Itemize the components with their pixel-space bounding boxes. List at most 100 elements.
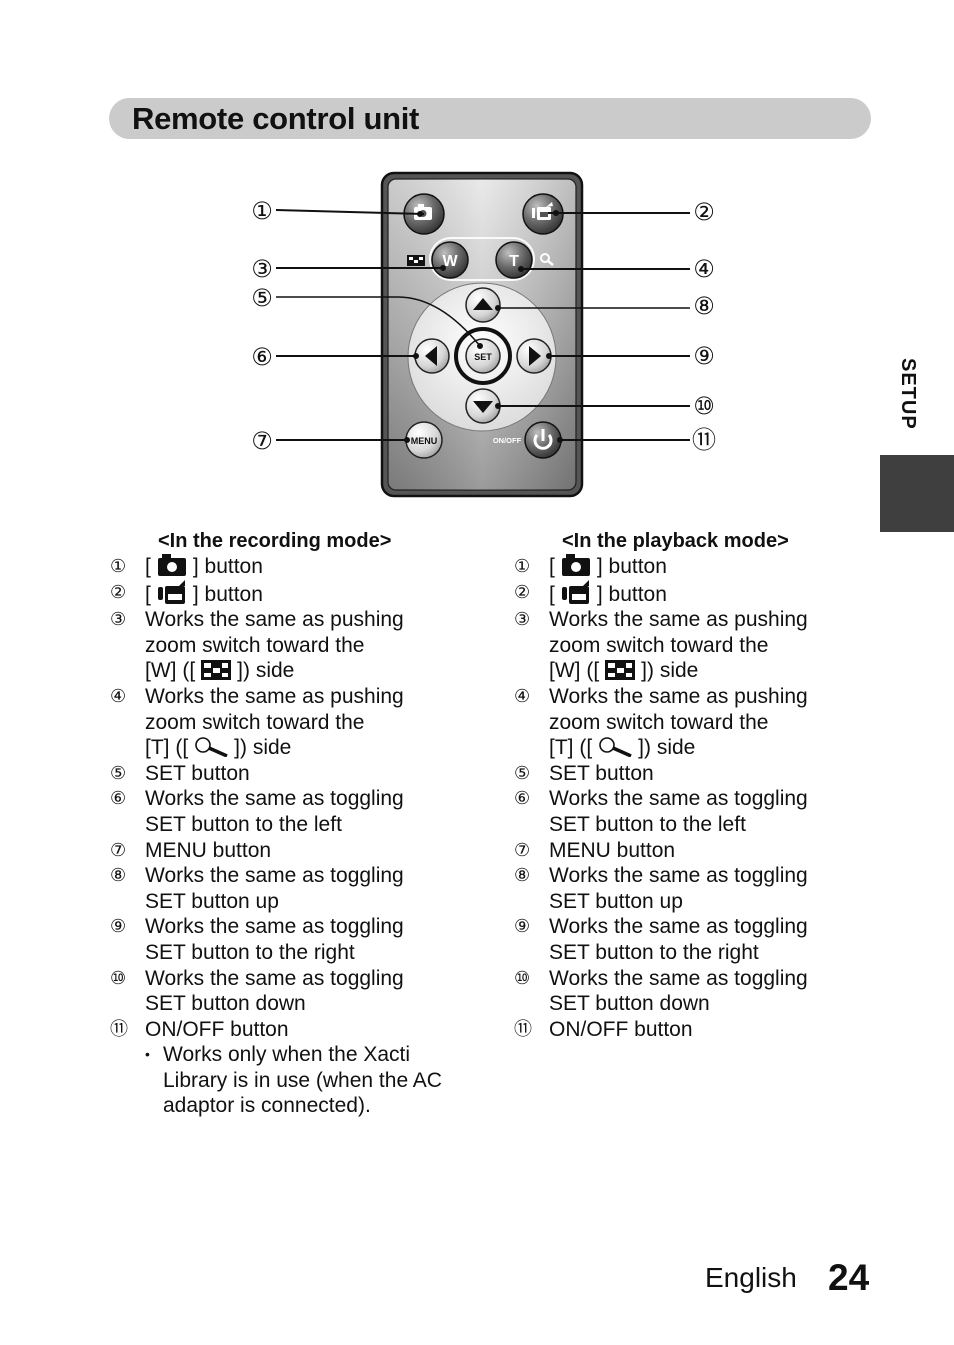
recording-mode-heading: <In the recording mode>	[158, 530, 392, 552]
playback-mode-heading: <In the playback mode>	[562, 530, 789, 552]
callout-2: ②	[693, 198, 715, 226]
item-text: MENU button	[549, 838, 854, 864]
item-line: MENU button	[549, 838, 676, 862]
callout-6: ⑥	[251, 343, 273, 371]
menu-button[interactable]: MENU	[405, 421, 443, 459]
item-number: ⑩	[514, 967, 531, 988]
item-text: Works the same as pushing zoom switch tow…	[549, 607, 854, 684]
menu-button-label: MENU	[411, 436, 438, 446]
video-camera-icon	[157, 579, 185, 604]
item-text: Works the same as pushing zoom switch tow…	[145, 607, 480, 684]
item-text: Works the same as toggling SET button to …	[549, 786, 854, 837]
item-text: SET button	[549, 761, 854, 787]
callout-1: ①	[251, 197, 273, 225]
item-line: [] button	[145, 554, 263, 578]
list-item: ⑩ Works the same as toggling SET button do…	[514, 966, 854, 1017]
item-number: ⑧	[110, 865, 127, 886]
item-line: SET button down	[145, 992, 306, 1016]
footer-language: English	[705, 1262, 797, 1293]
up-button[interactable]	[465, 287, 501, 323]
item-number: ⑩	[110, 967, 127, 988]
item-text: Works the same as pushing zoom switch tow…	[549, 684, 854, 761]
tele-button[interactable]: T	[495, 241, 533, 279]
item-text: ON/OFF button	[549, 1017, 854, 1043]
playback-mode-list: ① [] button ② [] button ③ Works the same as p…	[514, 554, 854, 1042]
callout-9: ⑨	[693, 342, 715, 370]
item-line: ON/OFF button	[549, 1017, 693, 1041]
item-number: ⑤	[514, 762, 531, 783]
list-item: ⑪ ON/OFF button	[110, 1017, 480, 1043]
item-line: Works the same as toggling	[145, 915, 404, 939]
item-number: ⑨	[514, 916, 531, 937]
item-line: Works the same as pushing	[549, 684, 808, 708]
item-number: ④	[514, 685, 531, 706]
item-line: SET button	[145, 761, 250, 785]
callout-11: ⑪	[692, 426, 716, 454]
list-item: ⑧ Works the same as toggling SET button up	[514, 863, 854, 914]
item-number: ①	[514, 556, 531, 576]
list-item: ⑦ MENU button	[110, 838, 480, 864]
note-line: adaptor is connected).	[163, 1094, 371, 1118]
item-text: Works the same as toggling SET button dow…	[549, 966, 854, 1017]
left-button[interactable]	[414, 338, 450, 374]
list-item: ① [] button	[514, 554, 854, 580]
item-line: SET button to the right	[145, 940, 355, 964]
list-item: ③ Works the same as pushing zoom switch to…	[514, 607, 854, 684]
callout-10: ⑩	[693, 392, 715, 420]
item-line: zoom switch toward the	[549, 633, 769, 657]
list-item: ② [] button	[514, 579, 854, 608]
item-number: ④	[110, 685, 127, 706]
item-line: zoom switch toward the	[145, 633, 365, 657]
item-line: ON/OFF button	[145, 1017, 289, 1041]
callout-5: ⑤	[251, 284, 273, 312]
list-item: ⑥ Works the same as toggling SET button to…	[514, 786, 854, 837]
item-number: ⑥	[110, 788, 127, 809]
item-text: [] button	[145, 579, 480, 608]
list-item: ③ Works the same as pushing zoom switch to…	[110, 607, 480, 684]
down-button[interactable]	[465, 388, 501, 424]
item-line: [] button	[549, 554, 667, 578]
item-line: Works the same as toggling	[549, 966, 808, 990]
thumbnail-icon	[407, 255, 425, 266]
right-button[interactable]	[516, 338, 552, 374]
item-line: [W] ([]) side	[549, 659, 699, 683]
item-line: Works the same as pushing	[145, 608, 404, 632]
item-line: [] button	[145, 579, 480, 608]
playback-mode-column: <In the playback mode> ① [] button ② [] but…	[514, 528, 854, 1042]
item-line: [T] ([]) side	[549, 736, 696, 760]
item-text: Works the same as toggling SET button up	[145, 863, 480, 914]
list-item: ⑨ Works the same as toggling SET button to…	[110, 914, 480, 965]
list-item: ② [] button	[110, 579, 480, 608]
recording-mode-column: <In the recording mode> ① [] button ② [] bu…	[110, 528, 480, 1119]
item-line: Works the same as toggling	[145, 966, 404, 990]
item-text: [] button	[549, 579, 854, 608]
item-number: ⑤	[110, 762, 127, 783]
item-number: ⑥	[514, 788, 531, 809]
item-line: Works the same as toggling	[549, 787, 808, 811]
item-text: Works the same as toggling SET button to …	[145, 914, 480, 965]
power-button[interactable]	[524, 421, 562, 459]
item-line: [W] ([]) side	[145, 659, 295, 683]
wide-button[interactable]: W	[431, 241, 469, 279]
recording-mode-list: ① [] button ② [] button ③ Works the same as p…	[110, 554, 480, 1042]
callout-4: ④	[693, 255, 715, 283]
item-line: Works the same as toggling	[549, 864, 808, 888]
item-line: Works the same as toggling	[145, 787, 404, 811]
list-item: ⑨ Works the same as toggling SET button to…	[514, 914, 854, 965]
remote-control-diagram: W T SET MENU ON/OFF ① ③ ⑤ ⑥ ⑦ ② ④ ⑧ ⑨ ⑩ …	[251, 171, 716, 498]
item-line: SET button down	[549, 992, 710, 1016]
list-item: ⑤ SET button	[110, 761, 480, 787]
item-number: ⑪	[514, 1018, 532, 1039]
item-text: MENU button	[145, 838, 480, 864]
item-text: Works the same as pushing zoom switch tow…	[145, 684, 480, 761]
item-text: [] button	[549, 554, 854, 580]
bullet-dot: •	[145, 1046, 150, 1063]
tele-button-label: T	[509, 253, 519, 270]
onoff-label: ON/OFF	[493, 436, 522, 445]
video-camera-icon	[561, 579, 589, 604]
list-item: ⑩ Works the same as toggling SET button do…	[110, 966, 480, 1017]
list-item: ⑦ MENU button	[514, 838, 854, 864]
item-text: Works the same as toggling SET button up	[549, 863, 854, 914]
item-line: Works the same as toggling	[145, 864, 404, 888]
item-number: ①	[110, 556, 127, 576]
